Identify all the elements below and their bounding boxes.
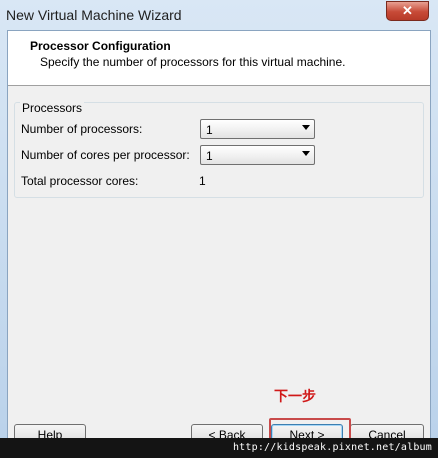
cores-value: 1 xyxy=(206,149,213,163)
chevron-down-icon xyxy=(302,125,310,130)
cores-label: Number of cores per processor: xyxy=(21,148,190,162)
cores-select[interactable]: 1 xyxy=(200,145,315,165)
close-button[interactable]: ✕ xyxy=(386,1,429,21)
title-bar[interactable]: New Virtual Machine Wizard ✕ xyxy=(0,0,438,30)
total-cores-value: 1 xyxy=(199,174,206,188)
processors-group-label: Processors xyxy=(20,101,85,115)
close-icon: ✕ xyxy=(402,3,413,18)
total-cores-label: Total processor cores: xyxy=(21,174,139,188)
page-title: Processor Configuration xyxy=(30,39,171,53)
next-step-annotation: 下一步 xyxy=(274,389,316,405)
window-title: New Virtual Machine Wizard xyxy=(6,7,182,23)
num-processors-value: 1 xyxy=(206,123,213,137)
wizard-body: Processor Configuration Specify the numb… xyxy=(7,30,431,450)
page-subtitle: Specify the number of processors for thi… xyxy=(40,55,346,69)
num-processors-select[interactable]: 1 xyxy=(200,119,315,139)
watermark: http://kidspeak.pixnet.net/album xyxy=(0,438,438,458)
num-processors-label: Number of processors: xyxy=(21,122,143,136)
wizard-window: New Virtual Machine Wizard ✕ Processor C… xyxy=(0,0,438,458)
wizard-header: Processor Configuration Specify the numb… xyxy=(8,31,430,86)
chevron-down-icon xyxy=(302,151,310,156)
